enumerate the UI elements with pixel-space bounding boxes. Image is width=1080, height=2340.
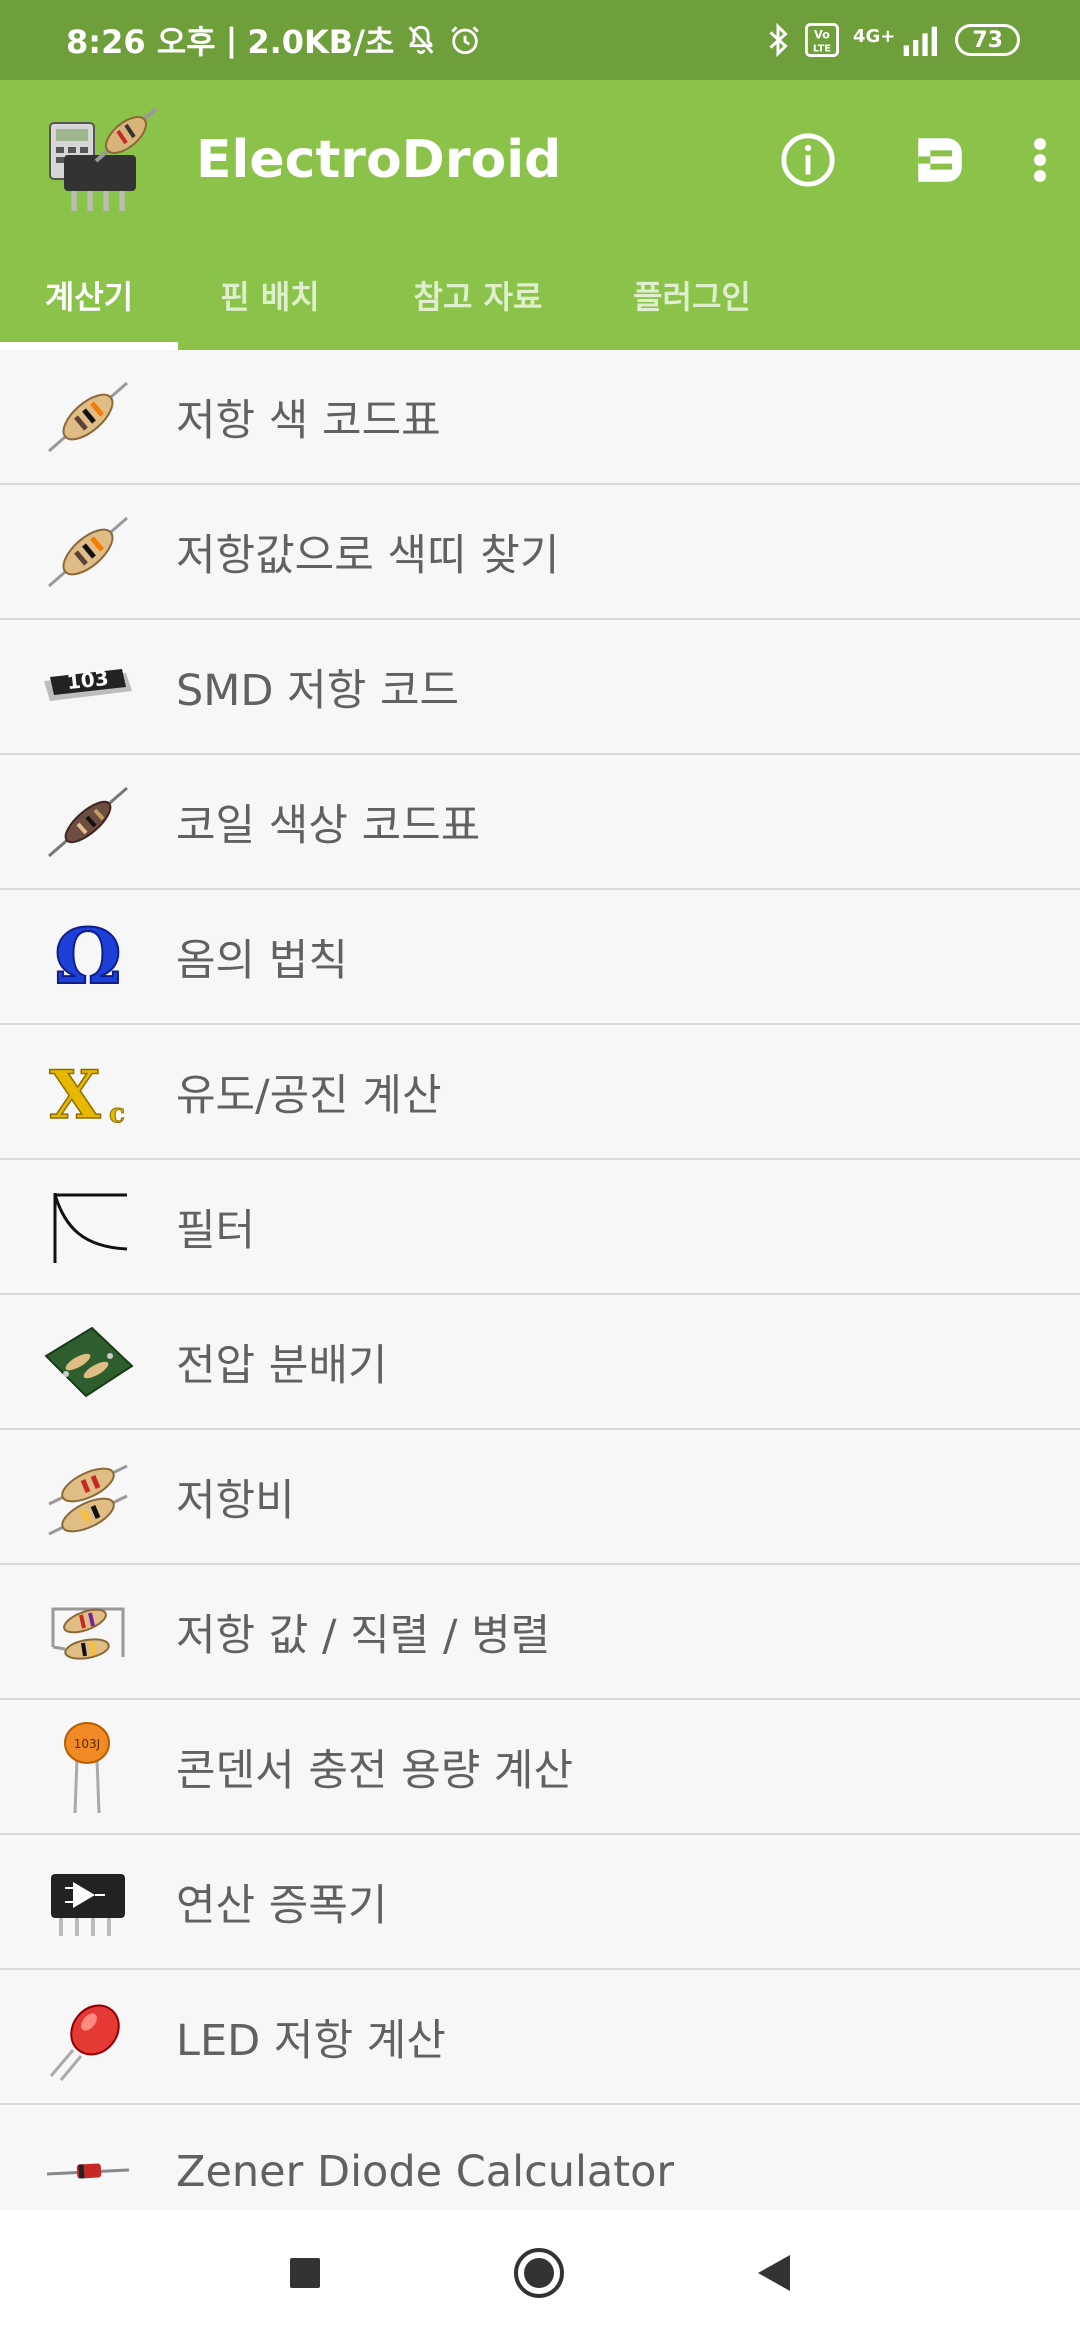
- item-label: 저항값으로 색띠 찾기: [176, 530, 560, 581]
- item-label: LED 저항 계산: [176, 2015, 446, 2066]
- back-icon: [758, 2255, 790, 2291]
- item-label: 저항비: [176, 1475, 295, 1526]
- home-icon: [514, 2248, 564, 2298]
- resistor-network-icon: [0, 1564, 176, 1699]
- status-separator: |: [225, 21, 238, 59]
- list-item-resistor-ratio[interactable]: 저항비: [0, 1430, 1080, 1565]
- tab-pinouts[interactable]: 핀 배치: [178, 240, 362, 350]
- more-options-button[interactable]: [1000, 110, 1080, 210]
- led-icon: [0, 1969, 176, 2104]
- smd-code-text: 103: [66, 665, 110, 693]
- item-label: SMD 저항 코드: [176, 665, 460, 716]
- app-bar: ElectroDroid 계산기 핀 배치 참고 자료 플러그인: [0, 80, 1080, 350]
- item-label: 저항 색 코드표: [176, 395, 441, 446]
- list-item-color-from-value[interactable]: 저항값으로 색띠 찾기: [0, 485, 1080, 620]
- system-navigation-bar: [0, 2210, 1080, 2340]
- status-network-speed: 2.0KB/초: [247, 23, 395, 61]
- bluetooth-icon: [765, 22, 791, 58]
- status-bar: 8:26 오후 | 2.0KB/초 Vo LTE 4G+ 73: [0, 0, 1080, 80]
- status-left: 8:26 오후 | 2.0KB/초: [66, 17, 482, 63]
- list-item-resistor-color-code[interactable]: 저항 색 코드표: [0, 350, 1080, 485]
- svg-text:LTE: LTE: [813, 43, 831, 54]
- volte-icon: Vo LTE: [804, 23, 839, 57]
- opamp-chip-icon: [0, 1834, 176, 1969]
- info-icon: [781, 133, 835, 187]
- svg-text:c: c: [109, 1099, 125, 1129]
- capacitor-code-text: 103J: [74, 1737, 100, 1751]
- notifications-off-icon: [404, 23, 438, 57]
- svg-text:Vo: Vo: [814, 28, 830, 42]
- item-label: 옴의 법칙: [176, 935, 348, 986]
- circuit-board-icon: [0, 1294, 176, 1429]
- info-button[interactable]: [758, 110, 858, 210]
- resistor-icon: [0, 484, 176, 619]
- item-label: 콘덴서 충전 용량 계산: [176, 1745, 574, 1796]
- omega-glyph: Ω: [54, 917, 122, 997]
- toolbar: ElectroDroid: [0, 80, 1080, 240]
- resistor-icon: [0, 350, 176, 484]
- item-label: 전압 분배기: [176, 1340, 388, 1391]
- network-type: 4G+: [852, 26, 896, 47]
- plugin-connector-icon: [918, 138, 962, 182]
- list-item-resistor-series-parallel[interactable]: 저항 값 / 직렬 / 병렬: [0, 1565, 1080, 1700]
- tab-calculator[interactable]: 계산기: [0, 240, 178, 350]
- item-label: 연산 증폭기: [176, 1880, 388, 1931]
- toolbar-actions: [758, 110, 1080, 210]
- plugin-button[interactable]: [890, 110, 990, 210]
- tab-label: 핀 배치: [220, 278, 320, 316]
- zener-diode-icon: [0, 2104, 176, 2210]
- item-label: 유도/공진 계산: [176, 1070, 442, 1121]
- x-glyph: X: [49, 1056, 101, 1132]
- item-label: 저항 값 / 직렬 / 병렬: [176, 1610, 551, 1661]
- tab-label: 계산기: [44, 278, 134, 316]
- filter-curve-icon: [0, 1159, 176, 1294]
- item-label: 코일 색상 코드표: [176, 800, 481, 851]
- list-item-zener-diode[interactable]: Zener Diode Calculator: [0, 2105, 1080, 2210]
- list-item-reactance-resonance[interactable]: Xc 유도/공진 계산: [0, 1025, 1080, 1160]
- tab-plugins[interactable]: 플러그인: [594, 240, 790, 350]
- tab-label: 플러그인: [633, 278, 751, 316]
- app-logo-icon: [40, 105, 160, 215]
- item-label: Zener Diode Calculator: [176, 2146, 675, 2197]
- battery-level: 73: [972, 27, 1003, 53]
- signal-icon: [901, 24, 941, 56]
- two-resistors-icon: [0, 1429, 176, 1564]
- tab-reference[interactable]: 참고 자료: [362, 240, 594, 350]
- list-item-capacitor-charge[interactable]: 103J 콘덴서 충전 용량 계산: [0, 1700, 1080, 1835]
- status-right: Vo LTE 4G+ 73: [765, 22, 1020, 58]
- battery-indicator: 73: [955, 24, 1020, 56]
- recents-icon: [290, 2258, 320, 2288]
- more-vert-icon: [1034, 138, 1046, 182]
- back-button[interactable]: [756, 2253, 792, 2297]
- list-item-opamp[interactable]: 연산 증폭기: [0, 1835, 1080, 1970]
- capacitor-icon: 103J: [0, 1699, 176, 1834]
- tab-bar: 계산기 핀 배치 참고 자료 플러그인: [0, 240, 1080, 350]
- app-title: ElectroDroid: [196, 130, 562, 190]
- list-item-inductor-color-code[interactable]: 코일 색상 코드표: [0, 755, 1080, 890]
- calculator-list: 저항 색 코드표 저항값으로 색띠 찾기 103 SMD 저항 코드 코일 색상…: [0, 350, 1080, 2210]
- list-item-ohms-law[interactable]: Ω 옴의 법칙: [0, 890, 1080, 1025]
- alarm-icon: [448, 23, 482, 57]
- reactance-icon: Xc: [0, 1024, 176, 1159]
- omega-icon: Ω: [0, 889, 176, 1024]
- tab-label: 참고 자료: [413, 278, 543, 316]
- list-item-smd-code[interactable]: 103 SMD 저항 코드: [0, 620, 1080, 755]
- home-button[interactable]: [512, 2246, 566, 2304]
- list-item-led-resistor[interactable]: LED 저항 계산: [0, 1970, 1080, 2105]
- list-item-voltage-divider[interactable]: 전압 분배기: [0, 1295, 1080, 1430]
- list-item-filter[interactable]: 필터: [0, 1160, 1080, 1295]
- smd-resistor-icon: 103: [0, 619, 176, 754]
- item-label: 필터: [176, 1205, 256, 1256]
- inductor-icon: [0, 754, 176, 889]
- recents-button[interactable]: [288, 2256, 322, 2294]
- status-time: 8:26 오후: [66, 23, 216, 61]
